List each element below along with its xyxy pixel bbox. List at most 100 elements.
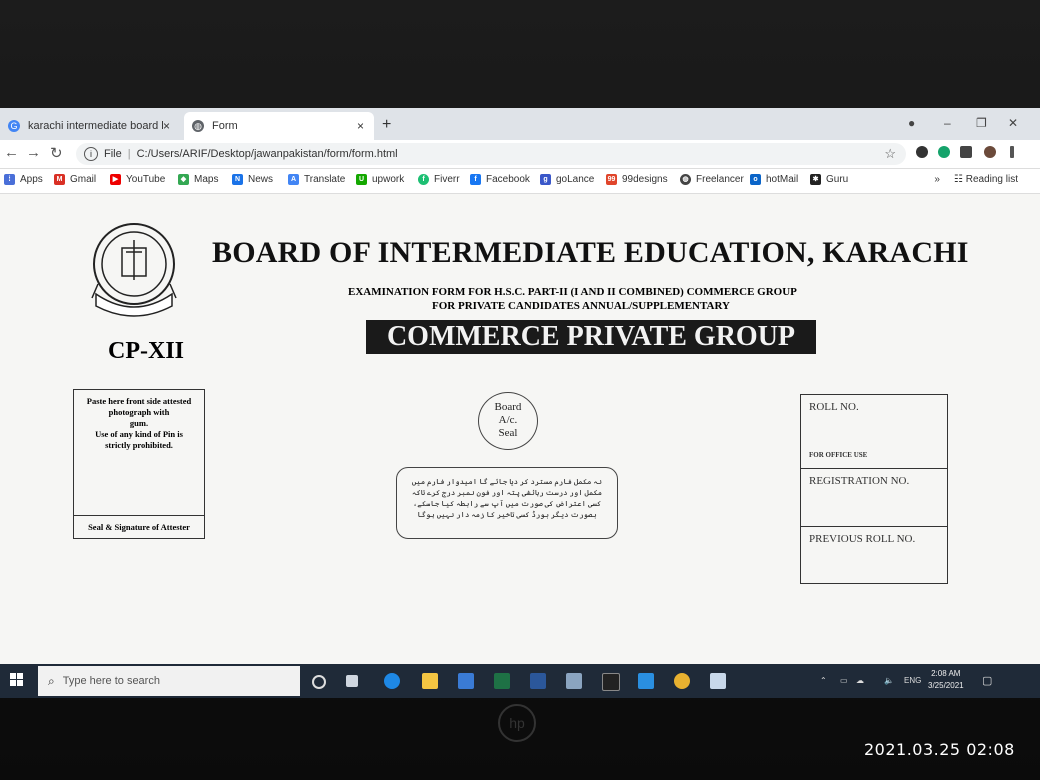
bookmark-freelancer[interactable]: ◍ Freelancer (680, 174, 744, 185)
tab-label: Form (212, 120, 238, 132)
tab-strip: G karachi intermediate board logo × ◍ Fo… (0, 108, 1040, 140)
bookmarks-bar: ⁞ Apps M Gmail ▶ YouTube ◆ Maps N News A Trans… (0, 169, 1040, 194)
fiverr-icon: f (418, 174, 429, 185)
restore-icon[interactable]: ❐ (976, 116, 987, 130)
taskbar-search-input[interactable]: ⌕ Type here to search (38, 666, 300, 696)
tab-karachi-logo[interactable]: G karachi intermediate board logo × (0, 112, 180, 140)
address-bar[interactable]: i File | C:/Users/ARIF/Desktop/jawanpaki… (76, 143, 906, 165)
chrome-icon[interactable] (674, 673, 690, 689)
network-icon[interactable]: ▭ (840, 676, 848, 685)
word-icon[interactable] (530, 673, 546, 689)
reload-icon[interactable]: ↻ (50, 144, 63, 162)
guru-icon: ✱ (810, 174, 821, 185)
laptop-screen: G karachi intermediate board logo × ◍ Fo… (0, 108, 1040, 698)
close-window-icon[interactable]: ✕ (1008, 116, 1018, 130)
bookmark-fiverr[interactable]: f Fiverr (418, 174, 460, 185)
bookmark-news[interactable]: N News (232, 174, 273, 185)
outlook-icon: o (750, 174, 761, 185)
volume-icon[interactable]: 🔈 (884, 676, 894, 685)
roll-no-field: ROLL NO. FOR OFFICE USE (801, 395, 947, 469)
cortana-icon[interactable] (312, 675, 326, 689)
photo-timestamp: 2021.03.25 02:08 (864, 740, 1015, 759)
bookmark-upwork[interactable]: Uupwork (356, 174, 404, 185)
tab-label: karachi intermediate board logo (28, 120, 163, 132)
back-icon[interactable]: ← (4, 144, 19, 161)
language-indicator[interactable]: ENG (904, 676, 921, 685)
grammarly-icon[interactable] (938, 146, 950, 158)
windows-taskbar: ⌕ Type here to search ⌃ ▭ ☁ 🔈 ENG 2:08 A… (0, 664, 1040, 698)
gmail-icon: M (54, 174, 65, 185)
upwork-icon: U (356, 174, 367, 185)
bookmark-hotmail[interactable]: o hotMail (750, 174, 798, 185)
camera-icon[interactable] (566, 673, 582, 689)
profile-icon[interactable]: ● (908, 116, 915, 130)
reading-list-button[interactable]: » ☷ Reading list (934, 174, 1018, 185)
notification-icon[interactable]: ▢ (982, 674, 992, 687)
notepad-icon[interactable] (710, 673, 726, 689)
form-code: CP-XII (108, 338, 184, 364)
bookmark-facebook[interactable]: f Facebook (470, 174, 530, 185)
news-icon: N (232, 174, 243, 185)
search-icon: ⌕ (48, 673, 55, 688)
urdu-notice: نہ مکمل فارم مسترد کر دیا جائے گا امیدوا… (396, 467, 618, 539)
url-text: C:/Users/ARIF/Desktop/jawanpakistan/form… (136, 148, 398, 160)
system-clock[interactable]: 2:08 AM 3/25/2021 (928, 668, 964, 692)
attester-label: Seal & Signature of Attester (74, 515, 204, 538)
apps-grid-icon: ⁞ (4, 174, 15, 185)
edge-icon[interactable] (384, 673, 400, 689)
excel-icon[interactable] (494, 673, 510, 689)
file-explorer-icon[interactable] (422, 673, 438, 689)
extension-icon[interactable] (916, 146, 928, 158)
puzzle-icon[interactable] (960, 146, 972, 158)
bookmark-apps[interactable]: ⁞ Apps (4, 174, 43, 185)
for-office-use-label: FOR OFFICE USE (809, 451, 868, 459)
golance-icon: g (540, 174, 551, 185)
vscode-icon[interactable] (638, 673, 654, 689)
form-subtitle-line2: FOR PRIVATE CANDIDATES ANNUAL/SUPPLEMENT… (432, 300, 730, 312)
windows-start-icon[interactable] (10, 673, 24, 687)
freelancer-icon: ◍ (680, 174, 691, 185)
overflow-chevron-icon[interactable]: » (934, 174, 940, 185)
tab-form[interactable]: ◍ Form × (184, 112, 374, 140)
menu-icon[interactable] (1010, 146, 1014, 158)
photo-box: Paste here front side attested photograp… (73, 389, 205, 539)
store-icon[interactable] (458, 673, 474, 689)
bookmark-maps[interactable]: ◆ Maps (178, 174, 218, 185)
reading-list-icon: ☷ (953, 174, 966, 185)
globe-icon: ◍ (192, 120, 204, 132)
facebook-icon: f (470, 174, 481, 185)
bookmark-guru[interactable]: ✱ Guru (810, 174, 848, 185)
browser-toolbar: ← → ↻ i File | C:/Users/ARIF/Desktop/jaw… (0, 140, 1040, 169)
board-logo (91, 223, 177, 317)
new-tab-button[interactable]: + (382, 116, 391, 134)
99designs-icon: 99 (606, 174, 617, 185)
bookmark-youtube[interactable]: ▶ YouTube (110, 174, 165, 185)
info-icon[interactable]: i (84, 147, 98, 161)
registration-no-field: REGISTRATION NO. (801, 469, 947, 527)
forward-icon[interactable]: → (26, 144, 41, 161)
previous-roll-no-field: PREVIOUS ROLL NO. (809, 533, 916, 545)
separator: | (127, 148, 131, 160)
form-subtitle-line1: EXAMINATION FORM FOR H.S.C. PART-II (I A… (348, 286, 797, 298)
hp-logo: hp (498, 704, 536, 742)
maps-icon: ◆ (178, 174, 189, 185)
terminal-icon[interactable] (602, 673, 620, 691)
file-label: File (104, 148, 122, 160)
task-view-icon[interactable] (346, 675, 358, 687)
bookmark-golance[interactable]: g goLance (540, 174, 594, 185)
bookmark-star-icon[interactable]: ☆ (884, 146, 896, 162)
photo-instructions: Paste here front side attested photograp… (86, 396, 192, 450)
office-use-box: ROLL NO. FOR OFFICE USE REGISTRATION NO.… (800, 394, 948, 584)
close-tab-icon[interactable]: × (357, 119, 364, 133)
translate-icon: A (288, 174, 299, 185)
bookmark-gmail[interactable]: M Gmail (54, 174, 96, 185)
group-banner: COMMERCE PRIVATE GROUP (366, 320, 816, 354)
close-tab-icon[interactable]: × (163, 119, 170, 133)
avatar[interactable] (984, 146, 996, 158)
youtube-icon: ▶ (110, 174, 121, 185)
cloud-icon[interactable]: ☁ (856, 676, 864, 685)
bookmark-99designs[interactable]: 99 99designs (606, 174, 668, 185)
bookmark-translate[interactable]: A Translate (288, 174, 345, 185)
tray-chevron-icon[interactable]: ⌃ (820, 676, 827, 685)
minimize-icon[interactable]: – (944, 116, 951, 130)
